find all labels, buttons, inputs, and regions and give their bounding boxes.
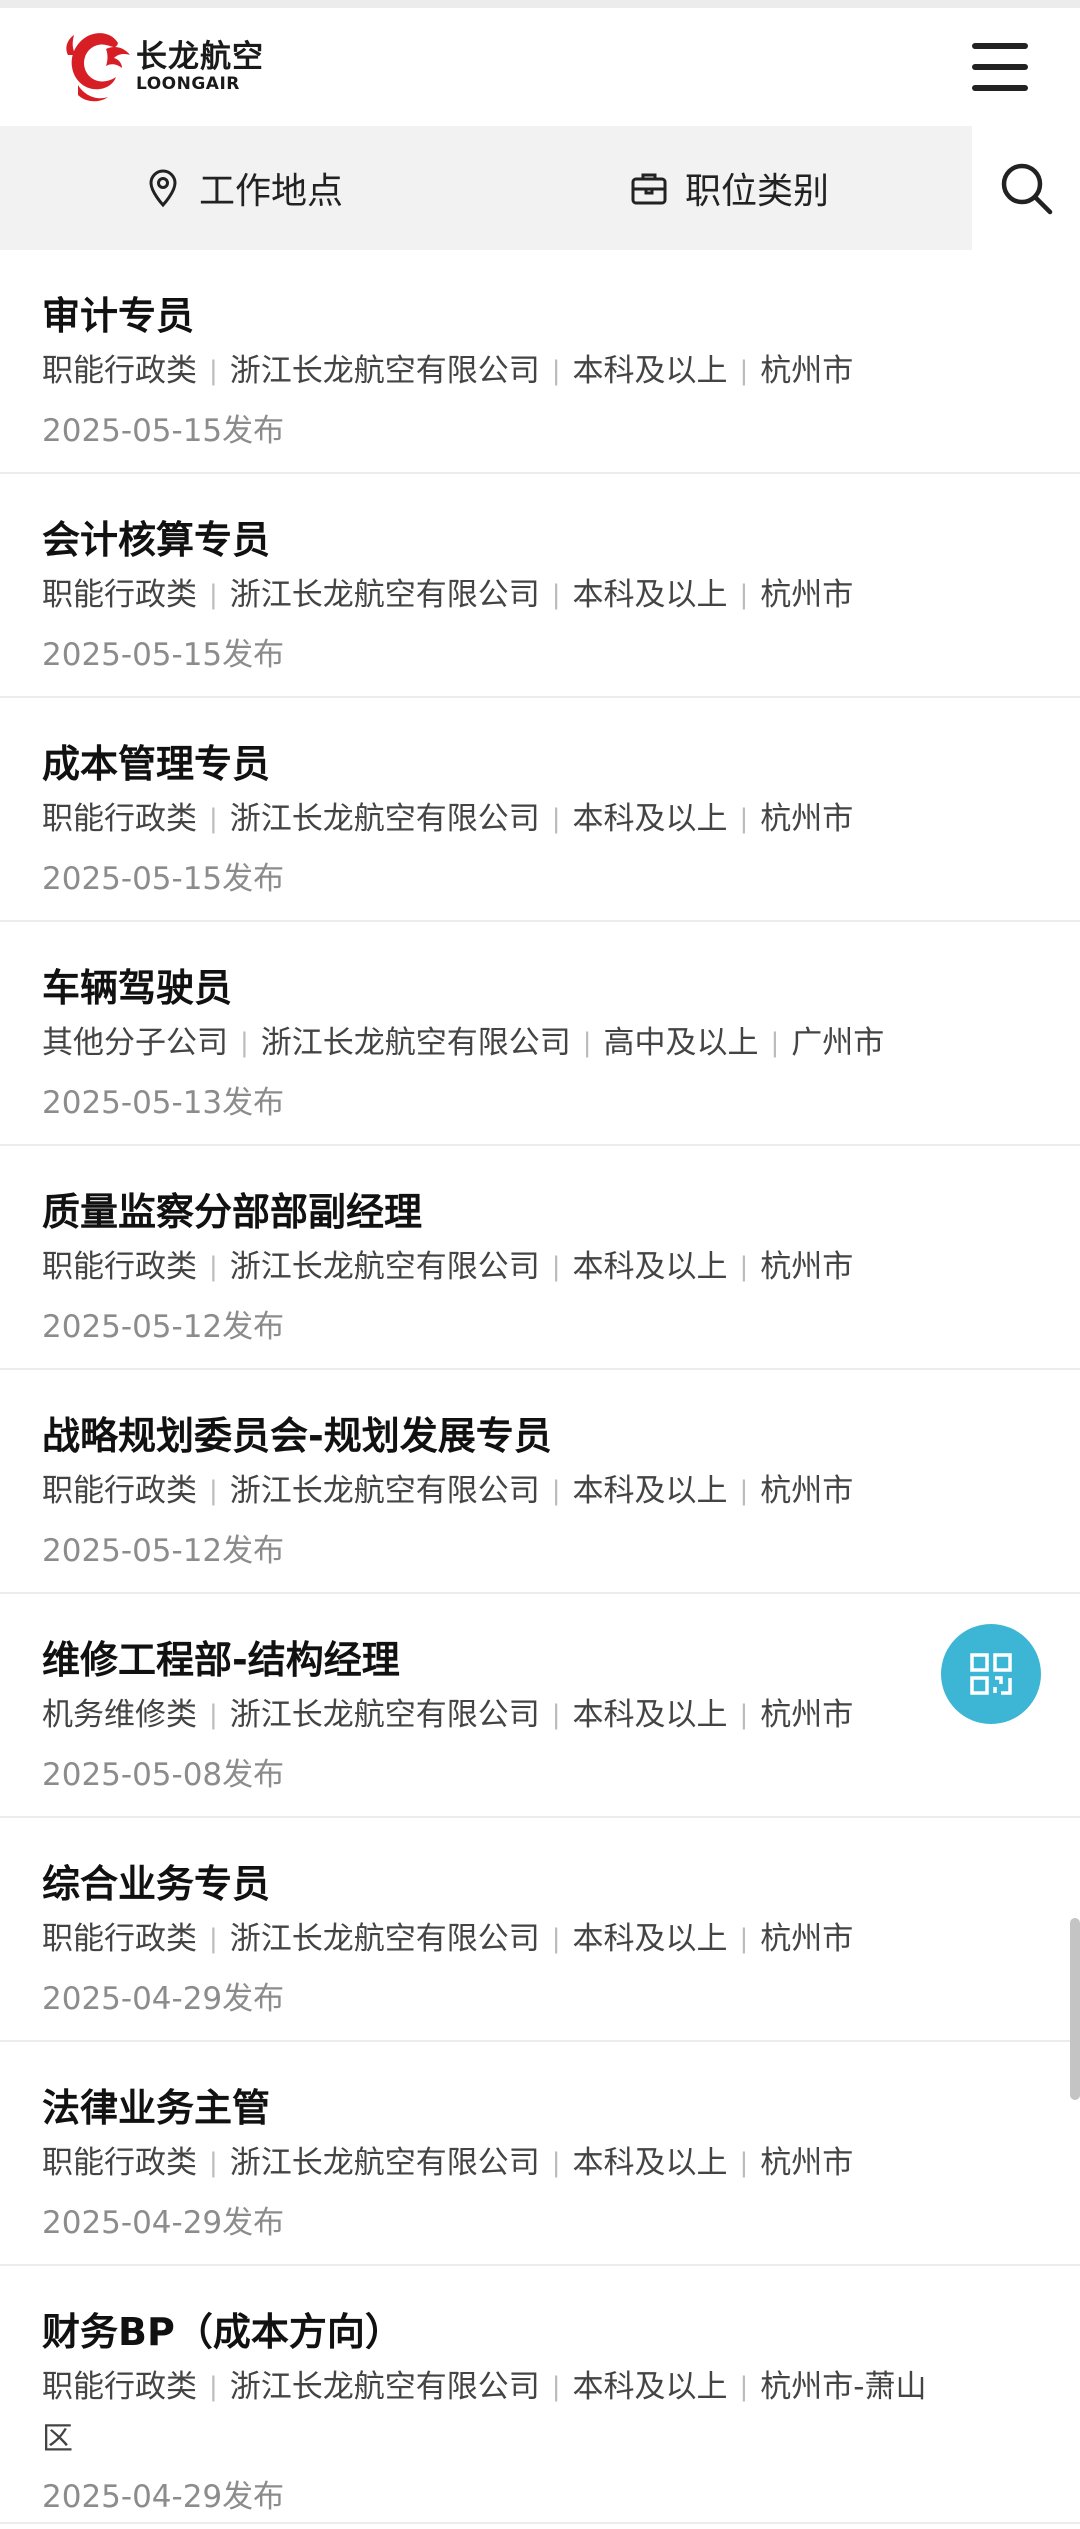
category-filter-label: 职位类别 [684,171,829,212]
job-meta: 职能行政类 | 浙江长龙航空有限公司 | 本科及以上 | 杭州市 [42,1921,854,1957]
job-education: 本科及以上 [572,801,728,837]
logo-name-en: LOONGAIR [136,74,240,94]
job-meta: 职能行政类 | 浙江长龙航空有限公司 | 本科及以上 | 杭州市 [42,801,854,837]
job-title: 成本管理专员 [42,742,271,786]
search-button[interactable] [972,126,1080,250]
job-date: 2025-04-29发布 [42,2479,285,2515]
job-company: 浙江长龙航空有限公司 [229,801,540,837]
job-company: 浙江长龙航空有限公司 [229,1921,540,1957]
job-item[interactable]: 成本管理专员 职能行政类 | 浙江长龙航空有限公司 | 本科及以上 | 杭州市 2025-0… [0,698,1080,922]
job-city: 杭州市 [760,353,854,389]
job-meta: 机务维修类 | 浙江长龙航空有限公司 | 本科及以上 | 杭州市 [42,1697,854,1733]
job-category: 职能行政类 [42,577,197,613]
job-category: 机务维修类 [42,1697,197,1733]
qr-code-button[interactable] [941,1624,1041,1724]
job-education: 本科及以上 [572,1697,728,1733]
job-city: 杭州市 [760,577,854,613]
job-category: 职能行政类 [42,353,197,389]
job-company: 浙江长龙航空有限公司 [260,1025,571,1061]
job-meta: 职能行政类 | 浙江长龙航空有限公司 | 本科及以上 | 杭州市-萧山区 [42,2369,927,2457]
hamburger-menu-icon[interactable] [972,43,1028,91]
job-item[interactable]: 法律业务主管 职能行政类 | 浙江长龙航空有限公司 | 本科及以上 | 杭州市 2025-0… [0,2042,1080,2266]
job-education: 高中及以上 [603,1025,759,1061]
job-item[interactable]: 车辆驾驶员 其他分子公司 | 浙江长龙航空有限公司 | 高中及以上 | 广州市 2025-0… [0,922,1080,1146]
job-education: 本科及以上 [572,577,728,613]
map-pin-icon [149,169,177,208]
job-education: 本科及以上 [572,2369,728,2405]
job-company: 浙江长龙航空有限公司 [229,1473,540,1509]
category-filter[interactable]: 职位类别 [486,126,972,250]
job-city: 杭州市 [760,1249,854,1285]
job-category: 其他分子公司 [42,1025,228,1061]
job-education: 本科及以上 [572,1921,728,1957]
location-filter[interactable]: 工作地点 [0,126,486,250]
job-date: 2025-04-29发布 [42,1981,285,2017]
job-title: 综合业务专员 [42,1862,271,1906]
job-date: 2025-05-15发布 [42,861,285,897]
job-title: 审计专员 [42,294,195,338]
dragon-logo-icon [66,33,130,102]
job-education: 本科及以上 [572,1473,728,1509]
loongair-logo[interactable]: 长龙航空 LOONGAIR [60,25,264,109]
job-city: 杭州市 [760,1697,854,1733]
job-item[interactable]: 综合业务专员 职能行政类 | 浙江长龙航空有限公司 | 本科及以上 | 杭州市 2025-0… [0,1818,1080,2042]
job-item[interactable]: 维修工程部-结构经理 机务维修类 | 浙江长龙航空有限公司 | 本科及以上 | 杭州市 20… [0,1594,1080,1818]
job-company: 浙江长龙航空有限公司 [229,577,540,613]
job-title: 会计核算专员 [42,518,271,562]
job-category: 职能行政类 [42,2145,197,2181]
scrollbar-thumb[interactable] [1070,1918,1080,2100]
search-icon [1001,163,1053,215]
job-education: 本科及以上 [572,1249,728,1285]
job-date: 2025-05-08发布 [42,1757,285,1793]
job-title: 车辆驾驶员 [42,966,233,1010]
top-strip [0,0,1080,8]
job-category: 职能行政类 [42,2369,197,2405]
job-company: 浙江长龙航空有限公司 [229,1249,540,1285]
job-category: 职能行政类 [42,1921,197,1957]
job-city: 杭州市 [760,801,854,837]
job-item[interactable]: 财务BP（成本方向） 职能行政类 | 浙江长龙航空有限公司 | 本科及以上 | 杭州市-萧山… [0,2266,1080,2524]
job-item[interactable]: 会计核算专员 职能行政类 | 浙江长龙航空有限公司 | 本科及以上 | 杭州市 2025-0… [0,474,1080,698]
job-meta: 职能行政类 | 浙江长龙航空有限公司 | 本科及以上 | 杭州市 [42,577,854,613]
job-city: 杭州市 [760,1921,854,1957]
job-item[interactable]: 质量监察分部部副经理 职能行政类 | 浙江长龙航空有限公司 | 本科及以上 | 杭州市 20… [0,1146,1080,1370]
job-title: 维修工程部-结构经理 [42,1638,400,1682]
job-item[interactable]: 战略规划委员会-规划发展专员 职能行政类 | 浙江长龙航空有限公司 | 本科及以上 | 杭州… [0,1370,1080,1594]
job-title: 法律业务主管 [42,2086,271,2130]
job-company: 浙江长龙航空有限公司 [229,1697,540,1733]
job-date: 2025-04-29发布 [42,2205,285,2241]
job-company: 浙江长龙航空有限公司 [229,2369,540,2405]
job-company: 浙江长龙航空有限公司 [229,353,540,389]
job-meta: 职能行政类 | 浙江长龙航空有限公司 | 本科及以上 | 杭州市 [42,353,854,389]
site-header: 长龙航空 LOONGAIR [0,8,1080,126]
job-date: 2025-05-15发布 [42,413,285,449]
job-list: 审计专员 职能行政类 | 浙江长龙航空有限公司 | 本科及以上 | 杭州市 2025-05-… [0,250,1080,2524]
job-meta: 职能行政类 | 浙江长龙航空有限公司 | 本科及以上 | 杭州市 [42,1249,854,1285]
job-education: 本科及以上 [572,353,728,389]
job-meta: 职能行政类 | 浙江长龙航空有限公司 | 本科及以上 | 杭州市 [42,2145,854,2181]
job-title: 战略规划委员会-规划发展专员 [42,1414,552,1458]
filter-bar: 工作地点 职位类别 [0,126,1080,250]
job-city: 广州市 [791,1025,885,1061]
job-category: 职能行政类 [42,1473,197,1509]
logo-name-cn: 长龙航空 [136,39,264,75]
job-date: 2025-05-12发布 [42,1533,285,1569]
job-category: 职能行政类 [42,1249,197,1285]
job-item[interactable]: 审计专员 职能行政类 | 浙江长龙航空有限公司 | 本科及以上 | 杭州市 2025-05-… [0,250,1080,474]
job-meta: 其他分子公司 | 浙江长龙航空有限公司 | 高中及以上 | 广州市 [42,1025,885,1061]
job-title: 财务BP（成本方向） [42,2310,403,2354]
job-city: 杭州市 [760,2145,854,2181]
job-date: 2025-05-15发布 [42,637,285,673]
job-city: 杭州市 [760,1473,854,1509]
job-category: 职能行政类 [42,801,197,837]
job-date: 2025-05-12发布 [42,1309,285,1345]
location-filter-label: 工作地点 [198,171,343,212]
job-company: 浙江长龙航空有限公司 [229,2145,540,2181]
job-education: 本科及以上 [572,2145,728,2181]
job-title: 质量监察分部部副经理 [42,1190,423,1234]
job-date: 2025-05-13发布 [42,1085,285,1121]
job-meta: 职能行政类 | 浙江长龙航空有限公司 | 本科及以上 | 杭州市 [42,1473,854,1509]
briefcase-icon [631,173,667,205]
qr-code-icon [970,1653,1012,1695]
